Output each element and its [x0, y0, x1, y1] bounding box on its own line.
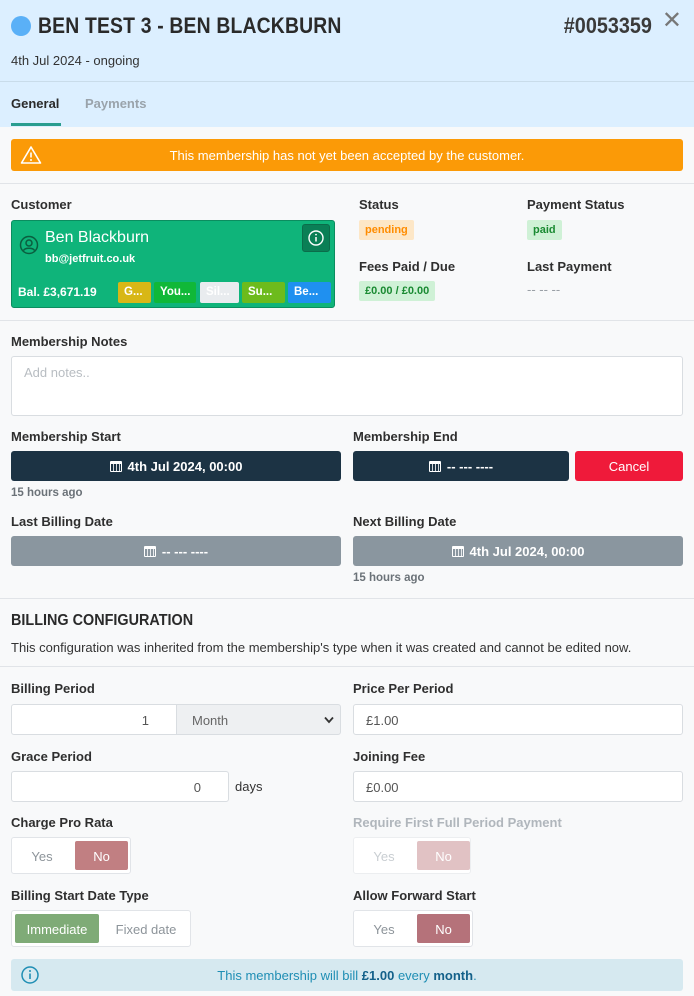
billing-period-select[interactable]: Month	[176, 704, 341, 735]
customer-email: bb@jetfruit.co.uk	[45, 253, 136, 265]
start-type-immediate[interactable]: Immediate	[15, 914, 99, 943]
billing-config-title: BILLING CONFIGURATION	[11, 612, 194, 629]
tab-payments[interactable]: Payments	[85, 96, 146, 111]
price-label: Price Per Period	[353, 681, 454, 696]
first-full-label: Require First Full Period Payment	[353, 815, 562, 830]
grace-period-unit: days	[235, 779, 263, 794]
billing-period-unit: Month	[192, 713, 229, 728]
tag-chip: G...	[118, 282, 151, 303]
forward-start-no[interactable]: No	[417, 914, 470, 943]
notes-label: Membership Notes	[11, 334, 128, 349]
membership-end-label: Membership End	[353, 429, 458, 444]
cancel-button[interactable]: Cancel	[575, 451, 683, 481]
customer-balance: Bal. £3,671.19	[18, 285, 97, 299]
joining-fee-label: Joining Fee	[353, 749, 426, 764]
tab-bar: General Payments	[0, 81, 694, 127]
tag-chip: Su...	[242, 282, 285, 303]
next-billing-label: Next Billing Date	[353, 514, 457, 529]
membership-dates: 4th Jul 2024 - ongoing	[11, 53, 140, 68]
payment-status-label: Payment Status	[527, 197, 625, 212]
membership-ref: #0053359	[563, 13, 652, 38]
calendar-icon	[109, 461, 122, 472]
last-billing-value: -- --- ----	[161, 544, 209, 559]
divider	[0, 666, 694, 667]
grace-period-label: Grace Period	[11, 749, 92, 764]
pro-rata-toggle: Yes No	[11, 837, 131, 874]
info-button[interactable]	[302, 224, 330, 252]
billing-amount: £1.00	[361, 968, 395, 983]
page-title: BEN TEST 3 - BEN BLACKBURN	[38, 13, 342, 38]
info-icon	[308, 230, 324, 246]
membership-start-ago: 15 hours ago	[11, 487, 83, 499]
billing-summary: This membership will bill £1.00 every mo…	[11, 959, 683, 991]
price-input[interactable]: £1.00	[353, 704, 683, 735]
status-badge: pending	[359, 220, 414, 240]
pro-rata-label: Charge Pro Rata	[11, 815, 113, 830]
warning-text: This membership has not yet been accepte…	[169, 148, 525, 163]
start-type-fixed[interactable]: Fixed date	[104, 914, 188, 943]
last-payment-value: -- -- --	[527, 282, 561, 297]
start-type-label: Billing Start Date Type	[11, 888, 149, 903]
chevron-down-icon	[324, 716, 334, 724]
last-billing-label: Last Billing Date	[11, 514, 113, 529]
calendar-icon	[451, 546, 464, 557]
tag-chip: Be...	[288, 282, 331, 303]
billing-period-word: month	[433, 968, 474, 983]
membership-start-label: Membership Start	[11, 429, 121, 444]
divider	[0, 320, 694, 321]
divider	[0, 598, 694, 599]
start-type-toggle: Immediate Fixed date	[11, 910, 191, 947]
calendar-icon	[143, 546, 156, 557]
fees-label: Fees Paid / Due	[359, 259, 456, 274]
membership-end-button[interactable]: -- --- ----	[353, 451, 569, 481]
pro-rata-no[interactable]: No	[75, 841, 128, 870]
forward-start-toggle: Yes No	[353, 910, 473, 947]
first-full-no: No	[417, 841, 470, 870]
forward-start-label: Allow Forward Start	[353, 888, 476, 903]
billing-config-desc: This configuration was inherited from th…	[11, 640, 632, 655]
close-icon[interactable]: ✕	[662, 9, 682, 33]
next-billing-button[interactable]: 4th Jul 2024, 00:00	[353, 536, 683, 566]
last-billing-button[interactable]: -- --- ----	[11, 536, 341, 566]
first-full-toggle: Yes No	[353, 837, 471, 874]
status-dot	[11, 16, 31, 36]
payment-status-badge: paid	[527, 220, 562, 240]
user-icon	[19, 235, 39, 255]
next-billing-ago: 15 hours ago	[353, 572, 425, 584]
tag-chip: You...	[154, 282, 196, 303]
warning-banner: This membership has not yet been accepte…	[11, 139, 683, 171]
billing-period-label: Billing Period	[11, 681, 95, 696]
header: BEN TEST 3 - BEN BLACKBURN #0053359 ✕ 4t…	[0, 0, 694, 127]
tag-chip: Sil...	[200, 282, 239, 303]
pro-rata-yes[interactable]: Yes	[15, 841, 69, 870]
billing-period-input[interactable]: 1	[11, 704, 177, 735]
membership-start-value: 4th Jul 2024, 00:00	[127, 459, 243, 474]
calendar-icon	[428, 461, 441, 472]
last-payment-label: Last Payment	[527, 259, 612, 274]
divider	[0, 183, 694, 184]
billing-summary-text: This membership will bill £1.00 every mo…	[217, 968, 477, 983]
membership-start-button[interactable]: 4th Jul 2024, 00:00	[11, 451, 341, 481]
customer-label: Customer	[11, 197, 72, 212]
customer-card[interactable]: Ben Blackburn bb@jetfruit.co.uk Bal. £3,…	[11, 220, 335, 308]
membership-end-value: -- --- ----	[446, 459, 494, 474]
notes-textarea[interactable]: Add notes..	[11, 356, 683, 416]
forward-start-yes[interactable]: Yes	[357, 914, 411, 943]
tab-general[interactable]: General	[11, 96, 62, 126]
first-full-yes: Yes	[373, 849, 395, 864]
next-billing-value: 4th Jul 2024, 00:00	[469, 544, 585, 559]
fees-badge: £0.00 / £0.00	[359, 281, 436, 301]
customer-name: Ben Blackburn	[45, 229, 150, 246]
grace-period-input[interactable]: 0	[11, 771, 229, 802]
joining-fee-input[interactable]: £0.00	[353, 771, 683, 802]
status-label: Status	[359, 197, 399, 212]
